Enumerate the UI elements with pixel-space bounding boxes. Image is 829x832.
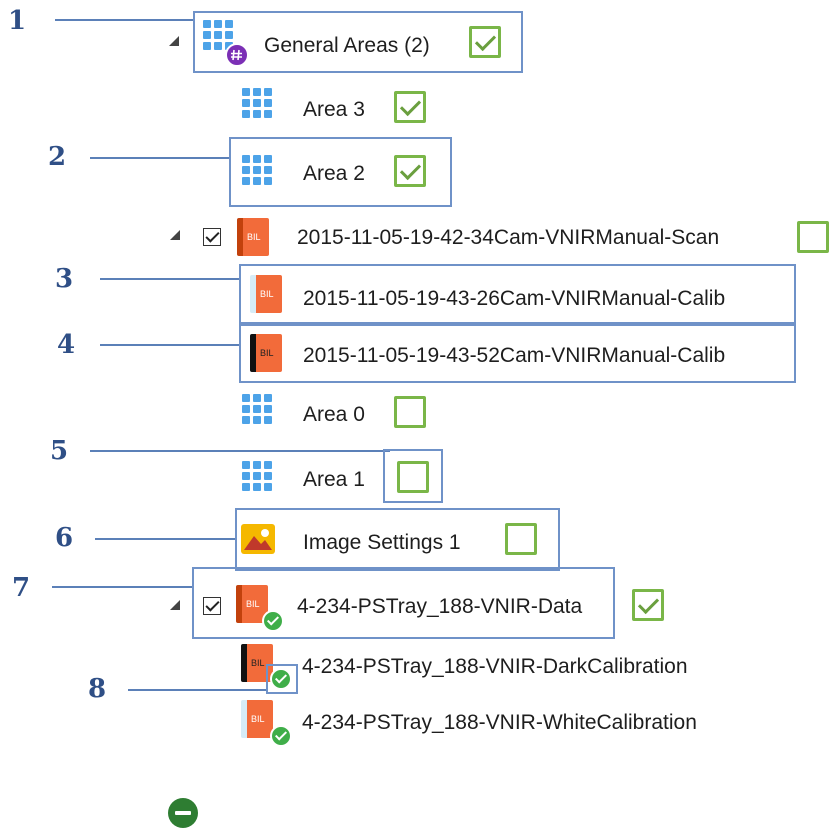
callout-2-line xyxy=(90,157,230,159)
area1-label: Area 1 xyxy=(303,468,365,491)
bil-file-icon-label: BIL xyxy=(251,658,265,668)
bil-file-icon-label: BIL xyxy=(246,599,260,609)
callout-6: 6 xyxy=(55,523,74,553)
image-settings-icon xyxy=(241,524,275,554)
callout-6-line xyxy=(95,538,235,540)
callout-3-line xyxy=(100,278,240,280)
callout-4-line xyxy=(100,344,240,346)
callout-8-line xyxy=(128,689,268,691)
callout-1-line xyxy=(55,19,195,21)
callout-1: 1 xyxy=(8,6,27,36)
bil-dark-file-icon: BIL xyxy=(250,334,282,372)
area3-checkbox[interactable] xyxy=(394,91,426,123)
callout-7: 7 xyxy=(12,573,31,603)
area3-label: Area 3 xyxy=(303,98,365,121)
data-select-checkbox[interactable] xyxy=(203,597,221,615)
grid-icon xyxy=(242,88,272,118)
area0-label: Area 0 xyxy=(303,403,365,426)
callout-7-line xyxy=(52,586,192,588)
remove-button[interactable] xyxy=(168,798,198,828)
bil-file-icon-label: BIL xyxy=(251,714,265,724)
area1-checkbox[interactable] xyxy=(397,461,429,493)
hash-badge-icon xyxy=(225,43,249,67)
ok-check-icon xyxy=(270,725,292,747)
general-areas-label: General Areas (2) xyxy=(264,34,430,57)
bil-file-icon-label: BIL xyxy=(260,289,274,299)
area0-checkbox[interactable] xyxy=(394,396,426,428)
dark-calibration-label: 4-234-PSTray_188-VNIR-DarkCalibration xyxy=(302,655,688,678)
bil-white-file-icon: BIL xyxy=(250,275,282,313)
callout-2: 2 xyxy=(48,142,67,172)
grid-icon xyxy=(242,155,272,185)
bil-white-file-icon: BIL xyxy=(241,700,273,738)
image-settings-label: Image Settings 1 xyxy=(303,531,461,554)
callout-5: 5 xyxy=(50,436,69,466)
callout-3: 3 xyxy=(55,264,74,294)
scan-select-checkbox[interactable] xyxy=(203,228,221,246)
data-checkbox[interactable] xyxy=(632,589,664,621)
bil-file-icon-label: BIL xyxy=(260,348,274,358)
expand-arrow-icon[interactable] xyxy=(170,230,180,240)
image-settings-checkbox[interactable] xyxy=(505,523,537,555)
scan-checkbox[interactable] xyxy=(797,221,829,253)
ok-check-icon xyxy=(262,610,284,632)
area2-label: Area 2 xyxy=(303,162,365,185)
area2-checkbox[interactable] xyxy=(394,155,426,187)
callout-4: 4 xyxy=(57,330,76,360)
grid-icon xyxy=(242,394,272,424)
expand-arrow-icon[interactable] xyxy=(170,600,180,610)
white-calibration-label: 4-234-PSTray_188-VNIR-WhiteCalibration xyxy=(302,711,697,734)
ok-check-icon xyxy=(270,668,292,690)
calib-dark-label: 2015-11-05-19-43-52Cam-VNIRManual-Calib xyxy=(303,344,726,367)
bil-file-icon-label: BIL xyxy=(247,232,261,242)
scan-label: 2015-11-05-19-42-34Cam-VNIRManual-Scan xyxy=(297,226,720,249)
grid-icon xyxy=(242,461,272,491)
general-areas-checkbox[interactable] xyxy=(469,26,501,58)
callout-8: 8 xyxy=(88,674,107,704)
calib-white-label: 2015-11-05-19-43-26Cam-VNIRManual-Calib xyxy=(303,287,726,310)
data-label: 4-234-PSTray_188-VNIR-Data xyxy=(297,595,583,618)
expand-arrow-icon[interactable] xyxy=(169,36,179,46)
bil-file-icon: BIL xyxy=(237,218,269,256)
callout-5-line xyxy=(90,450,390,452)
